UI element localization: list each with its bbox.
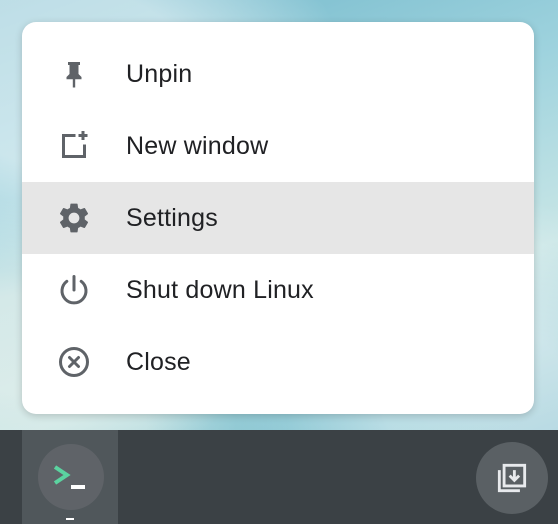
menu-item-unpin[interactable]: Unpin (22, 38, 534, 110)
holding-space-icon (497, 463, 527, 493)
context-menu: Unpin New window Settings Shut down Linu… (22, 22, 534, 414)
new-window-icon (56, 128, 92, 164)
holding-space-button[interactable] (476, 442, 548, 514)
shelf-app-slot (22, 430, 118, 524)
gear-icon (56, 200, 92, 236)
menu-item-close[interactable]: Close (22, 326, 534, 398)
menu-item-label: New window (126, 131, 269, 160)
terminal-app-button[interactable] (38, 444, 104, 510)
terminal-icon (53, 465, 85, 489)
menu-item-label: Settings (126, 203, 218, 232)
shelf (0, 430, 558, 524)
menu-item-shut-down-linux[interactable]: Shut down Linux (22, 254, 534, 326)
app-running-indicator (66, 518, 74, 520)
pin-icon (56, 56, 92, 92)
menu-item-settings[interactable]: Settings (22, 182, 534, 254)
menu-item-label: Unpin (126, 59, 193, 88)
power-icon (56, 272, 92, 308)
menu-item-label: Close (126, 347, 191, 376)
menu-item-label: Shut down Linux (126, 275, 314, 304)
menu-item-new-window[interactable]: New window (22, 110, 534, 182)
close-circle-icon (56, 344, 92, 380)
